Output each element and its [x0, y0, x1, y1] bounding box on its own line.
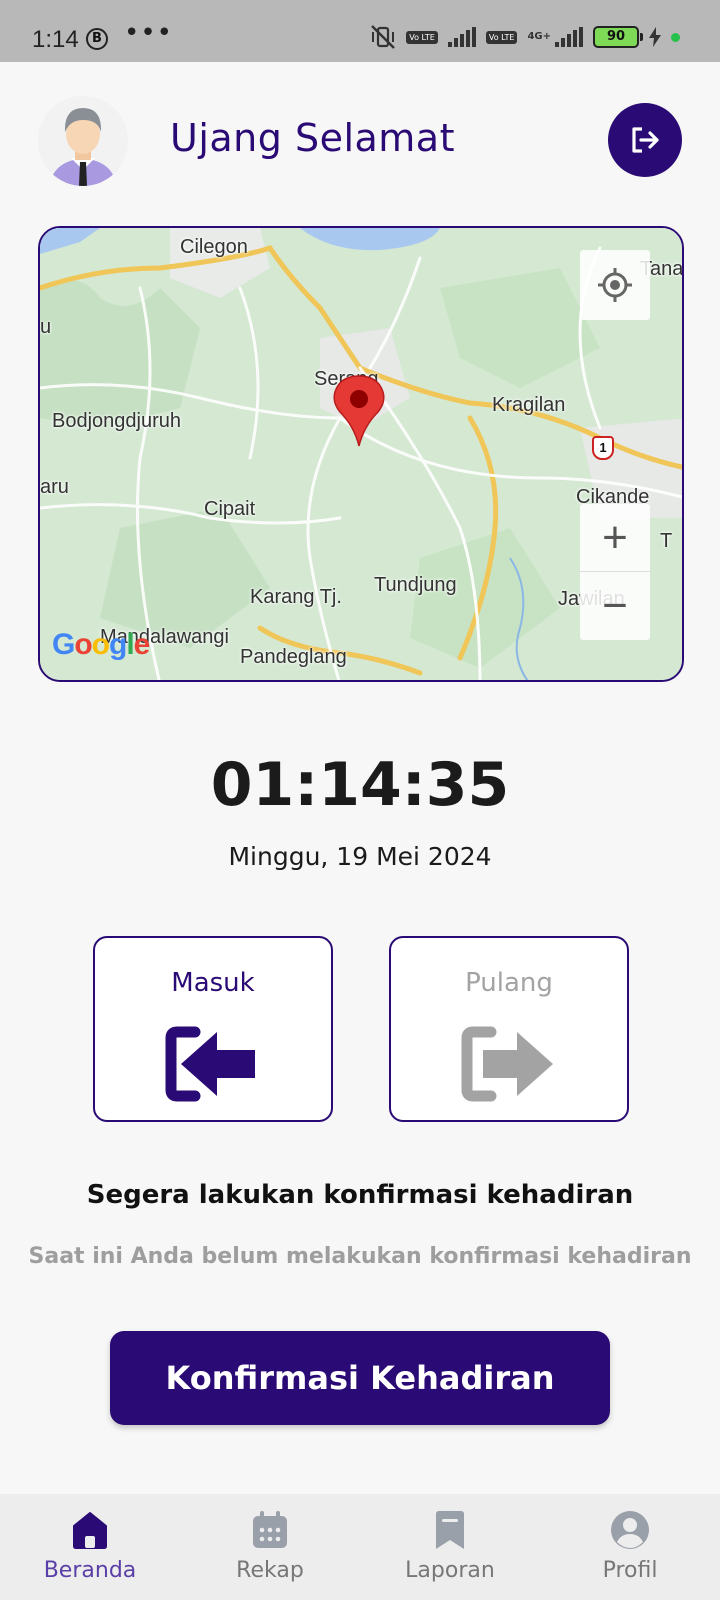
map-label-cipait: Cipait [204, 498, 256, 520]
volte-badge-2: Vo LTE [485, 30, 518, 44]
battery-icon: 90 [593, 26, 643, 48]
masuk-label: Masuk [171, 968, 255, 998]
location-map[interactable]: Cilegon Tanar u Serang Kragilan Bodjongd… [38, 226, 684, 682]
nav-label-profil: Profil [602, 1558, 658, 1583]
current-date: Minggu, 19 Mei 2024 [228, 842, 492, 871]
more-notifications-icon: ••• [124, 18, 174, 48]
zoom-in-icon: + [602, 512, 628, 562]
notification-b-icon: B [86, 28, 108, 50]
status-bar: 1:14 B ••• Vo LTE Vo LTE 4G+ 90 [0, 0, 720, 62]
signal-icon-2 [555, 27, 583, 47]
profile-icon [611, 1511, 649, 1549]
nav-label-rekap: Rekap [236, 1558, 304, 1583]
logout-icon [632, 127, 659, 153]
map-label-cilegon: Cilegon [180, 236, 248, 258]
masuk-card[interactable]: Masuk [93, 936, 333, 1122]
route-shield: 1 [592, 436, 614, 460]
confirm-attendance-button[interactable]: Konfirmasi Kehadiran [110, 1331, 610, 1425]
nav-profil[interactable]: Profil [560, 1508, 700, 1583]
volte-badge-1: Vo LTE [406, 30, 438, 44]
zoom-out-icon: − [602, 581, 628, 630]
pulang-label: Pulang [465, 968, 553, 998]
user-avatar-icon [38, 96, 128, 186]
check-in-icon [165, 1026, 255, 1102]
home-icon [73, 1512, 107, 1549]
network-type: 4G+ [527, 31, 551, 42]
map-label-pandeglang: Pandeglang [240, 646, 347, 668]
privacy-dot [671, 32, 680, 42]
calendar-icon [253, 1511, 287, 1548]
charging-icon [649, 27, 661, 47]
attendance-headline: Segera lakukan konfirmasi kehadiran [86, 1180, 634, 1210]
map-label-tundjung: Tundjung [374, 574, 457, 596]
avatar[interactable] [38, 96, 128, 186]
map-label-kragilan: Kragilan [492, 394, 566, 416]
zoom-in-button[interactable]: + [580, 504, 650, 572]
nav-beranda[interactable]: Beranda [20, 1508, 160, 1583]
my-location-icon [598, 268, 632, 302]
mute-vibrate-icon [371, 25, 396, 49]
logout-button[interactable] [608, 103, 682, 177]
zoom-controls: + − [580, 504, 650, 640]
route-number: 1 [599, 440, 607, 455]
nav-label-laporan: Laporan [405, 1558, 495, 1583]
bottom-navigation: Beranda Rekap Laporan Profil [0, 1494, 720, 1600]
map-label-bodjongdjuruh: Bodjongdjuruh [52, 410, 181, 432]
map-label-aru: aru [40, 476, 69, 498]
nav-laporan[interactable]: Laporan [380, 1508, 520, 1583]
google-logo: Google [52, 628, 150, 661]
current-time: 01:14:35 [210, 750, 510, 820]
map-label-karang: Karang Tj. [250, 586, 342, 608]
zoom-out-button[interactable]: − [580, 572, 650, 640]
attendance-subline: Saat ini Anda belum melakukan konfirmasi… [28, 1244, 692, 1269]
map-label-u: u [40, 316, 52, 338]
map-pin-icon [333, 375, 385, 447]
map-label-t: T [660, 530, 673, 552]
pulang-card[interactable]: Pulang [389, 936, 629, 1122]
bookmark-icon [436, 1511, 464, 1549]
check-out-icon [461, 1026, 553, 1102]
nav-rekap[interactable]: Rekap [200, 1508, 340, 1583]
nav-label-beranda: Beranda [43, 1558, 137, 1583]
status-icons: Vo LTE Vo LTE 4G+ 90 [370, 24, 680, 50]
status-time: 1:14 [32, 26, 79, 53]
my-location-button[interactable] [580, 250, 650, 320]
user-name: Ujang Selamat [170, 116, 455, 160]
signal-icon-1 [447, 27, 476, 47]
